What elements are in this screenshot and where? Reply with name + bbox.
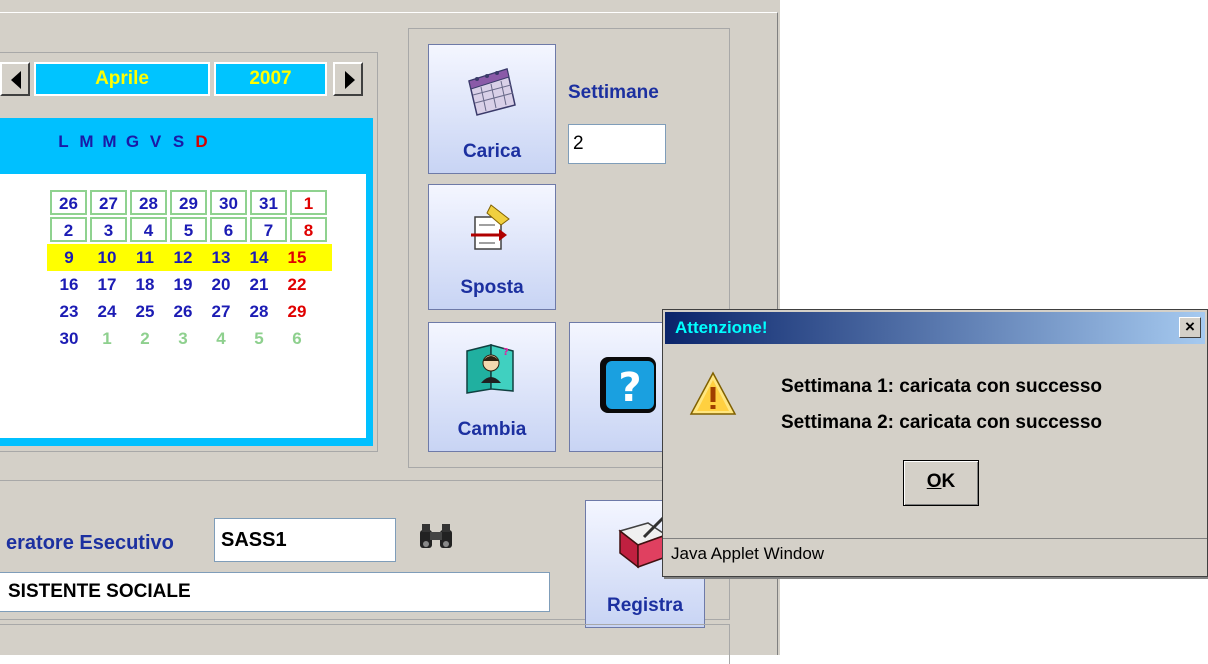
applet-window-warning: Java Applet Window: [671, 544, 825, 563]
sposta-button-label: Sposta: [460, 277, 524, 298]
day-cell[interactable]: 7: [250, 217, 287, 242]
cambia-button[interactable]: ? Cambia: [428, 322, 556, 452]
weekday-label: L: [58, 132, 69, 151]
day-cell[interactable]: 31: [250, 190, 287, 215]
day-cell[interactable]: 4: [130, 217, 167, 242]
arrow-left-icon: [11, 71, 21, 89]
binoculars-icon[interactable]: [418, 522, 454, 552]
help-icon: ?: [600, 357, 656, 413]
calendar-grid: 26 27 28 29 30 31 1 2 3 4 5 6 7 8 9 10 1…: [47, 190, 332, 352]
carica-button-label: Carica: [462, 141, 522, 162]
day-cell[interactable]: 26: [50, 190, 87, 215]
svg-text:?: ?: [503, 347, 509, 358]
bottom-panel: [0, 624, 730, 664]
day-cell[interactable]: 17: [88, 271, 126, 298]
day-cell[interactable]: 15: [278, 244, 316, 271]
arrow-right-icon: [345, 71, 355, 89]
operator-code-field[interactable]: SASS1: [214, 518, 396, 562]
day-cell[interactable]: 29: [278, 298, 316, 325]
person-book-icon: ?: [466, 344, 514, 394]
dialog-message-line: Settimana 2: caricata con successo: [781, 412, 1103, 433]
day-cell[interactable]: 10: [88, 244, 126, 271]
day-cell[interactable]: 3: [90, 217, 127, 242]
day-cell[interactable]: 28: [130, 190, 167, 215]
day-cell[interactable]: 20: [202, 271, 240, 298]
carica-button[interactable]: Carica: [428, 44, 556, 174]
day-cell-next-month[interactable]: 3: [164, 325, 202, 352]
settimane-label: Settimane: [568, 82, 659, 103]
day-cell[interactable]: 22: [278, 271, 316, 298]
day-cell-next-month[interactable]: 4: [202, 325, 240, 352]
calendar-icon: [468, 68, 516, 116]
attention-dialog: Attenzione! × Settimana 1: caricata con …: [662, 309, 1208, 577]
year-display[interactable]: 2007: [214, 62, 327, 96]
day-cell[interactable]: 12: [164, 244, 202, 271]
day-cell[interactable]: 8: [290, 217, 327, 242]
weekday-label: M: [102, 132, 117, 151]
weekday-label: V: [149, 132, 162, 151]
dialog-message-line: Settimana 1: caricata con successo: [781, 376, 1103, 397]
day-cell[interactable]: 27: [90, 190, 127, 215]
dialog-title: Attenzione!: [675, 318, 768, 337]
weekday-label: S: [172, 132, 185, 151]
day-cell[interactable]: 29: [170, 190, 207, 215]
prev-month-button[interactable]: [0, 62, 30, 96]
svg-text:?: ?: [618, 365, 641, 411]
weekday-header: L M M G V S D: [52, 132, 213, 152]
day-cell[interactable]: 16: [50, 271, 88, 298]
operator-label: eratore Esecutivo: [6, 532, 174, 554]
warning-icon: [689, 371, 737, 415]
move-document-icon: [471, 204, 510, 250]
day-cell[interactable]: 2: [50, 217, 87, 242]
day-cell[interactable]: 14: [240, 244, 278, 271]
day-cell[interactable]: 30: [210, 190, 247, 215]
settimane-input[interactable]: [568, 124, 666, 164]
operator-description-field[interactable]: SISTENTE SOCIALE: [0, 572, 550, 612]
day-cell-next-month[interactable]: 5: [240, 325, 278, 352]
weekday-label: G: [125, 132, 140, 151]
ok-button[interactable]: OK: [903, 460, 979, 506]
ok-mnemonic: O: [926, 471, 942, 492]
day-cell[interactable]: 5: [170, 217, 207, 242]
day-cell[interactable]: 9: [50, 244, 88, 271]
day-cell[interactable]: 6: [210, 217, 247, 242]
weekday-label-sunday: D: [195, 132, 208, 151]
day-cell[interactable]: 23: [50, 298, 88, 325]
calendar-week: 2 3 4 5 6 7 8: [50, 217, 332, 244]
day-cell[interactable]: 28: [240, 298, 278, 325]
calendar-week: 30 1 2 3 4 5 6: [50, 325, 332, 352]
day-cell[interactable]: 27: [202, 298, 240, 325]
day-cell[interactable]: 25: [126, 298, 164, 325]
day-cell[interactable]: 11: [126, 244, 164, 271]
day-cell-next-month[interactable]: 2: [126, 325, 164, 352]
month-display[interactable]: Aprile: [34, 62, 210, 96]
sposta-button[interactable]: Sposta: [428, 184, 556, 310]
calendar-week: 16 17 18 19 20 21 22: [50, 271, 332, 298]
day-cell[interactable]: 30: [50, 325, 88, 352]
day-cell[interactable]: 19: [164, 271, 202, 298]
day-cell[interactable]: 21: [240, 271, 278, 298]
weekday-label: M: [79, 132, 94, 151]
next-month-button[interactable]: [333, 62, 363, 96]
calendar-week: 26 27 28 29 30 31 1: [50, 190, 332, 217]
registra-button-label: Registra: [606, 595, 684, 616]
day-cell[interactable]: 26: [164, 298, 202, 325]
dialog-footer-divider: [663, 538, 1207, 539]
calendar-week-selected: 9 10 11 12 13 14 15: [47, 244, 332, 271]
day-cell[interactable]: 13: [202, 244, 240, 271]
help-button[interactable]: ?: [569, 322, 669, 452]
dialog-titlebar[interactable]: Attenzione! ×: [665, 312, 1205, 344]
day-cell-next-month[interactable]: 1: [88, 325, 126, 352]
day-cell[interactable]: 18: [126, 271, 164, 298]
day-cell[interactable]: 24: [88, 298, 126, 325]
day-cell[interactable]: 1: [290, 190, 327, 215]
cambia-button-label: Cambia: [457, 419, 527, 440]
ok-label-rest: K: [941, 471, 956, 492]
day-cell-next-month[interactable]: 6: [278, 325, 316, 352]
dialog-close-button[interactable]: ×: [1179, 317, 1201, 338]
calendar-week: 23 24 25 26 27 28 29: [50, 298, 332, 325]
